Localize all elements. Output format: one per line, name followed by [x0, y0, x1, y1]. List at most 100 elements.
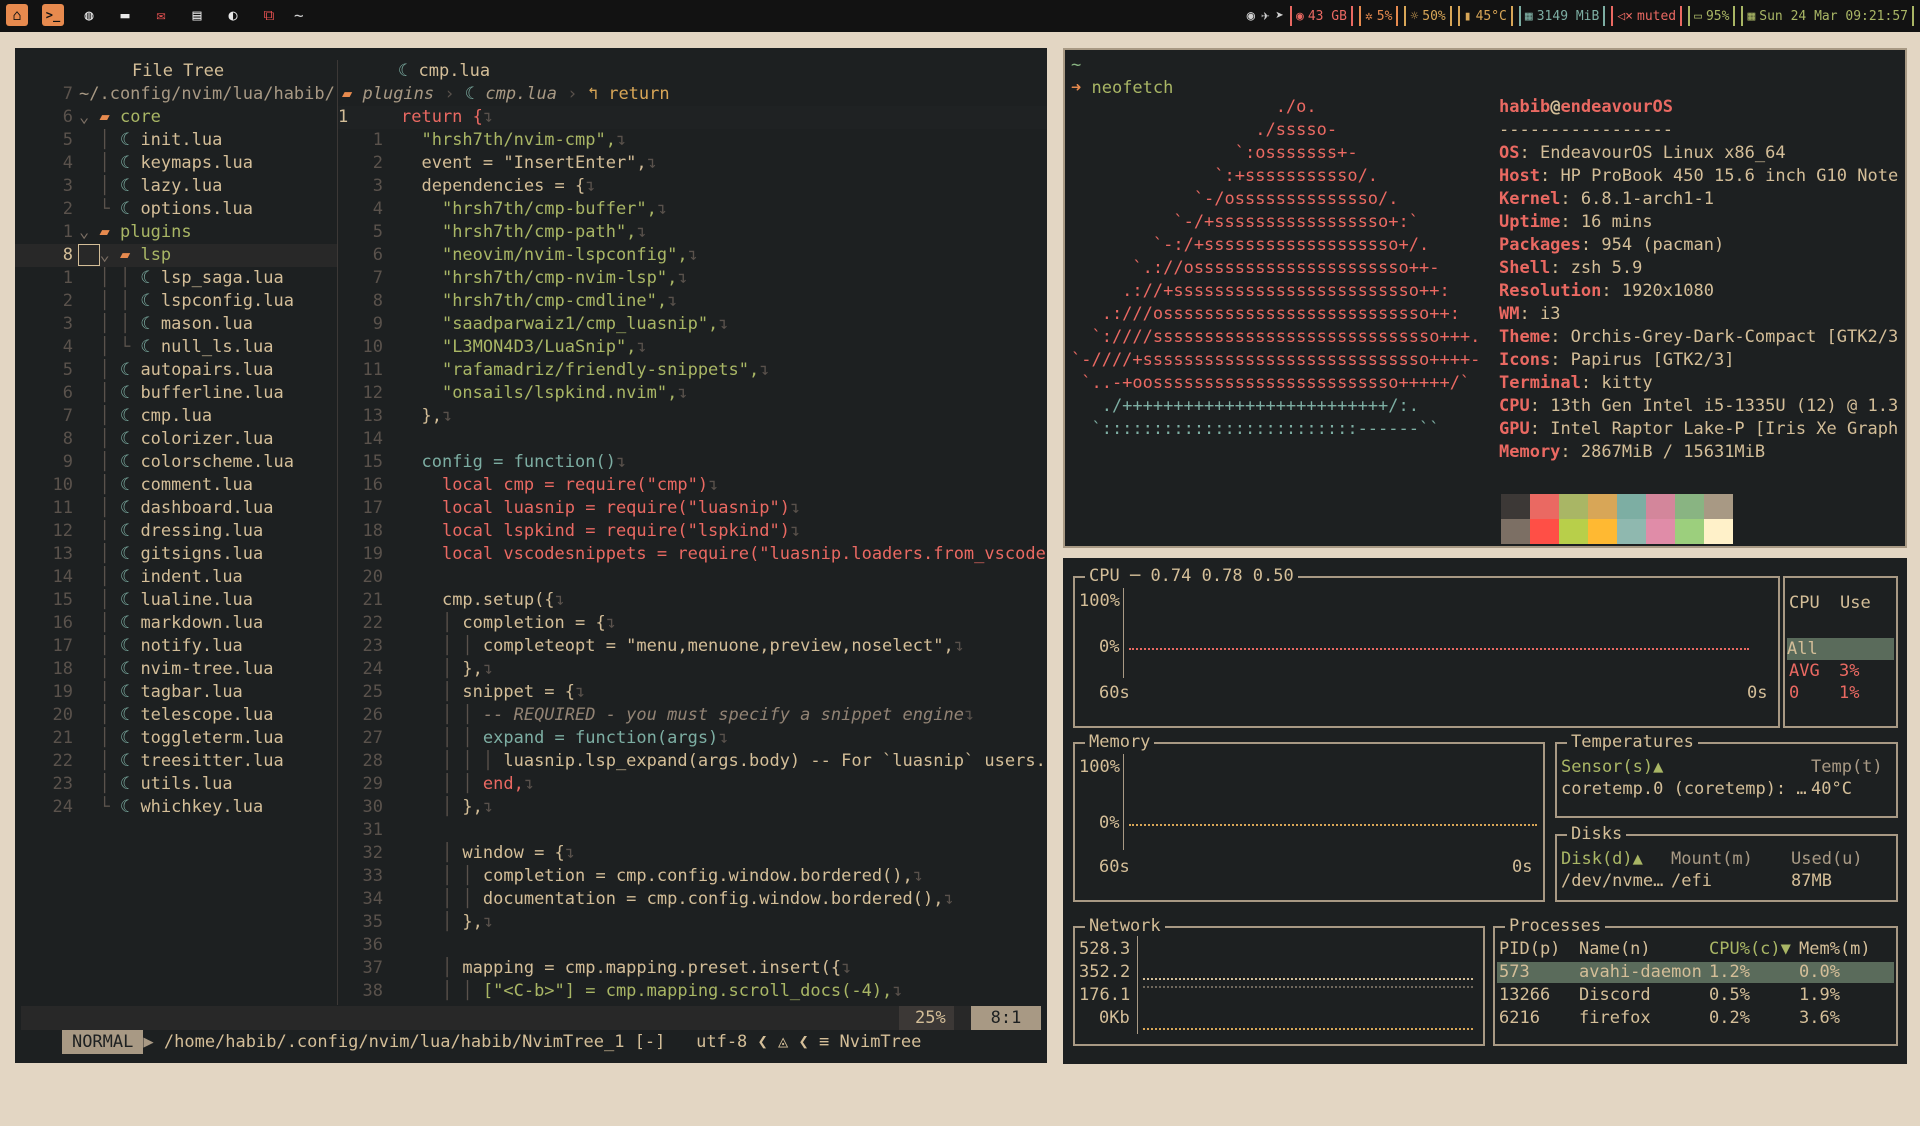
- tree-file[interactable]: 4 │ └ ☾ null_ls.lua: [15, 336, 337, 359]
- process-mem[interactable]: 0.0%: [1799, 961, 1840, 983]
- code-line[interactable]: 14: [338, 428, 1047, 451]
- tree-dir-lsp[interactable]: 8 ⌄ ▰ lsp: [15, 244, 337, 267]
- home-icon[interactable]: ⌂: [6, 4, 28, 26]
- process-pid[interactable]: 573: [1499, 961, 1530, 983]
- code-line[interactable]: 6 "neovim/nvim-lspconfig",↴: [338, 244, 1047, 267]
- browser-icon[interactable]: ◐: [222, 4, 244, 26]
- code-line[interactable]: 9 "saadparwaiz1/cmp_luasnip",↴: [338, 313, 1047, 336]
- btop-monitor[interactable]: CPU ─ 0.74 0.78 0.50 100% 0% 60s 0s CPU …: [1063, 558, 1907, 1064]
- tree-file[interactable]: 23 │ ☾ utils.lua: [15, 773, 337, 796]
- terminal-icon[interactable]: >_: [42, 4, 64, 26]
- code-line[interactable]: 25 │ snippet = {↴: [338, 681, 1047, 704]
- process-cpu[interactable]: 0.5%: [1709, 984, 1750, 1006]
- code-line[interactable]: 3 dependencies = {↴: [338, 175, 1047, 198]
- mail-icon[interactable]: ✉: [150, 4, 172, 26]
- code-line[interactable]: 7 "hrsh7th/cmp-nvim-lsp",↴: [338, 267, 1047, 290]
- code-line[interactable]: 20: [338, 566, 1047, 589]
- process-pid[interactable]: 6216: [1499, 1007, 1540, 1029]
- code-line[interactable]: 32 │ window = {↴: [338, 842, 1047, 865]
- code-line[interactable]: 31: [338, 819, 1047, 842]
- workspace-label[interactable]: ~: [294, 6, 304, 25]
- clock-block[interactable]: ▦ Sun 24 Mar 09:21:57: [1741, 6, 1914, 26]
- tree-file[interactable]: 3 │ ☾ lazy.lua: [15, 175, 337, 198]
- tree-file[interactable]: 18 │ ☾ nvim-tree.lua: [15, 658, 337, 681]
- code-line[interactable]: 2 event = "InsertEnter",↴: [338, 152, 1047, 175]
- discord-icon[interactable]: ◉: [1247, 8, 1255, 24]
- code-line[interactable]: 33 │ │ completion = cmp.config.window.bo…: [338, 865, 1047, 888]
- telegram-icon[interactable]: ➤: [1276, 8, 1284, 24]
- process-name[interactable]: firefox: [1579, 1007, 1651, 1029]
- tree-file[interactable]: 5 │ ☾ autopairs.lua: [15, 359, 337, 382]
- tree-file[interactable]: 14 │ ☾ indent.lua: [15, 566, 337, 589]
- process-mem[interactable]: 3.6%: [1799, 1007, 1840, 1029]
- process-pid[interactable]: 13266: [1499, 984, 1550, 1006]
- nvim-window[interactable]: File Tree 7 ~/.config/nvim/lua/habib/ 6 ⌄ …: [15, 48, 1047, 1063]
- tree-file[interactable]: 6 │ ☾ bufferline.lua: [15, 382, 337, 405]
- tree-dir-core[interactable]: 6 ⌄ ▰ core: [15, 106, 337, 129]
- tree-file[interactable]: 8 │ ☾ colorizer.lua: [15, 428, 337, 451]
- tree-file[interactable]: 5 │ ☾ init.lua: [15, 129, 337, 152]
- folder-icon[interactable]: ▬: [114, 4, 136, 26]
- code-line[interactable]: 34 │ │ documentation = cmp.config.window…: [338, 888, 1047, 911]
- tree-file[interactable]: 21 │ ☾ toggleterm.lua: [15, 727, 337, 750]
- tree-file[interactable]: 7 │ ☾ cmp.lua: [15, 405, 337, 428]
- tree-file[interactable]: 16 │ ☾ markdown.lua: [15, 612, 337, 635]
- code-line[interactable]: 1 return {↴: [338, 106, 1047, 129]
- globe-icon[interactable]: ◍: [78, 4, 100, 26]
- editor-tab[interactable]: ☾ cmp.lua: [338, 60, 1047, 83]
- code-line[interactable]: 11 "rafamadriz/friendly-snippets",↴: [338, 359, 1047, 382]
- code-line[interactable]: 5 "hrsh7th/cmp-path",↴: [338, 221, 1047, 244]
- code-line[interactable]: 30 │ },↴: [338, 796, 1047, 819]
- code-line[interactable]: 23 │ │ completeopt = "menu,menuone,previ…: [338, 635, 1047, 658]
- notes-icon[interactable]: ▤: [186, 4, 208, 26]
- process-mem[interactable]: 1.9%: [1799, 984, 1840, 1006]
- code-line[interactable]: 24 │ },↴: [338, 658, 1047, 681]
- code-line[interactable]: 35 │ },↴: [338, 911, 1047, 934]
- code-line[interactable]: 17 local luasnip = require("luasnip")↴: [338, 497, 1047, 520]
- code-line[interactable]: 38 │ │ ["<C-b>"] = cmp.mapping.scroll_do…: [338, 980, 1047, 1003]
- code-line[interactable]: 22 │ completion = {↴: [338, 612, 1047, 635]
- code-line[interactable]: 21 cmp.setup({↴: [338, 589, 1047, 612]
- code-line[interactable]: 19 local vscodesnippets = require("luasn…: [338, 543, 1047, 566]
- tree-file[interactable]: 15 │ ☾ lualine.lua: [15, 589, 337, 612]
- tree-file[interactable]: 4 │ ☾ keymaps.lua: [15, 152, 337, 175]
- process-name[interactable]: avahi-daemon: [1579, 961, 1702, 983]
- process-cpu[interactable]: 1.2%: [1709, 961, 1750, 983]
- tree-file[interactable]: 13 │ ☾ gitsigns.lua: [15, 543, 337, 566]
- tree-file[interactable]: 10 │ ☾ comment.lua: [15, 474, 337, 497]
- tree-root[interactable]: 7 ~/.config/nvim/lua/habib/: [15, 83, 337, 106]
- neofetch-terminal[interactable]: ~ ➜ neofetch ./o. ./sssso- `:osssssss+- …: [1063, 48, 1907, 548]
- code-line[interactable]: 1 "hrsh7th/nvim-cmp",↴: [338, 129, 1047, 152]
- process-cpu[interactable]: 0.2%: [1709, 1007, 1750, 1029]
- chat-icon[interactable]: ✈: [1261, 8, 1269, 24]
- volume-block[interactable]: ◁× muted: [1611, 6, 1683, 26]
- code-line[interactable]: 29 │ │ end,↴: [338, 773, 1047, 796]
- tree-dir-plugins[interactable]: 1 ⌄ ▰ plugins: [15, 221, 337, 244]
- code-line[interactable]: 26 │ │ -- REQUIRED - you must specify a …: [338, 704, 1047, 727]
- code-line[interactable]: 12 "onsails/lspkind.nvim",↴: [338, 382, 1047, 405]
- tree-file[interactable]: 12 │ ☾ dressing.lua: [15, 520, 337, 543]
- code-line[interactable]: 18 local lspkind = require("lspkind")↴: [338, 520, 1047, 543]
- tree-file[interactable]: 20 │ ☾ telescope.lua: [15, 704, 337, 727]
- code-line[interactable]: 4 "hrsh7th/cmp-buffer",↴: [338, 198, 1047, 221]
- tree-file[interactable]: 19 │ ☾ tagbar.lua: [15, 681, 337, 704]
- process-name[interactable]: Discord: [1579, 984, 1651, 1006]
- code-line[interactable]: 10 "L3MON4D3/LuaSnip",↴: [338, 336, 1047, 359]
- tree-file[interactable]: 2 └ ☾ options.lua: [15, 198, 337, 221]
- tree-file[interactable]: 11 │ ☾ dashboard.lua: [15, 497, 337, 520]
- code-line[interactable]: 16 local cmp = require("cmp")↴: [338, 474, 1047, 497]
- code-line[interactable]: 27 │ │ expand = function(args)↴: [338, 727, 1047, 750]
- tree-file[interactable]: 2 │ │ ☾ lspconfig.lua: [15, 290, 337, 313]
- code-line[interactable]: 28 │ │ │ luasnip.lsp_expand(args.body) -…: [338, 750, 1047, 773]
- code-line[interactable]: 36: [338, 934, 1047, 957]
- code-line[interactable]: 8 "hrsh7th/cmp-cmdline",↴: [338, 290, 1047, 313]
- code-line[interactable]: 37 │ mapping = cmp.mapping.preset.insert…: [338, 957, 1047, 980]
- file-tree[interactable]: File Tree 7 ~/.config/nvim/lua/habib/ 6 ⌄ …: [15, 60, 337, 819]
- tree-file[interactable]: 1 │ │ ☾ lsp_saga.lua: [15, 267, 337, 290]
- tree-file[interactable]: 3 │ │ ☾ mason.lua: [15, 313, 337, 336]
- window-icon[interactable]: ⧉: [258, 4, 280, 26]
- tree-file[interactable]: 9 │ ☾ colorscheme.lua: [15, 451, 337, 474]
- code-editor[interactable]: ☾ cmp.lua ▰ plugins › ☾ cmp.lua › ↰ retu…: [338, 60, 1047, 1003]
- tree-file[interactable]: 24 └ ☾ whichkey.lua: [15, 796, 337, 819]
- code-line[interactable]: 13 },↴: [338, 405, 1047, 428]
